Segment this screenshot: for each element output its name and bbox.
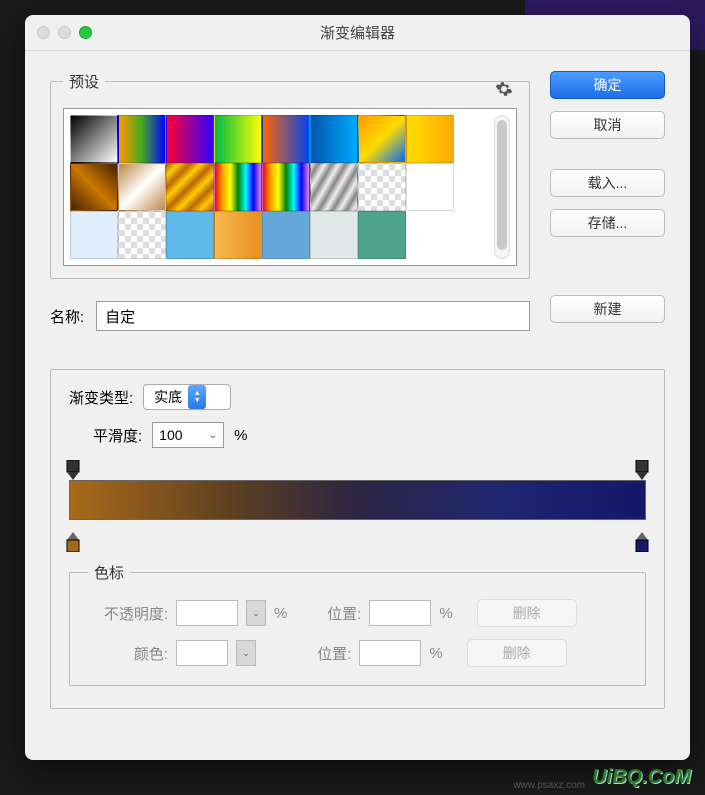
preset-swatch[interactable] (70, 163, 118, 211)
color-label: 颜色: (88, 643, 168, 664)
gradient-type-select[interactable]: 实底 ▲▼ (143, 384, 231, 410)
preset-swatch[interactable] (214, 163, 262, 211)
color-stop-right[interactable] (634, 532, 650, 548)
preset-swatch[interactable] (358, 163, 406, 211)
preset-swatch[interactable] (262, 163, 310, 211)
gradient-ramp[interactable] (69, 460, 646, 548)
preset-swatch[interactable] (214, 211, 262, 259)
color-well[interactable] (176, 640, 228, 666)
smoothness-label: 平滑度: (93, 425, 142, 446)
stops-fieldset: 色标 不透明度: ⌄ % 位置: % 删除 颜色: ⌄ % 位置: (69, 562, 646, 686)
gradient-editor-dialog: 渐变编辑器 预设 名称: 确定 取消 载入... (25, 15, 690, 760)
preset-swatch[interactable] (310, 115, 358, 163)
stops-legend: 色标 (88, 562, 130, 583)
color-dropdown-icon[interactable]: ⌄ (236, 640, 256, 666)
preset-swatch[interactable] (358, 211, 406, 259)
color-position-input[interactable] (359, 640, 421, 666)
smoothness-input[interactable]: 100 ⌄ (152, 422, 224, 448)
color-position-pct: % (429, 645, 442, 662)
gear-icon[interactable] (495, 80, 513, 98)
gradient-type-label: 渐变类型: (69, 387, 133, 408)
preset-swatch[interactable] (310, 211, 358, 259)
opacity-stop-left[interactable] (65, 460, 81, 476)
presets-legend: 预设 (63, 71, 105, 92)
opacity-dropdown-icon[interactable]: ⌄ (246, 600, 266, 626)
ok-button[interactable]: 确定 (550, 71, 665, 99)
delete-opacity-stop-button[interactable]: 删除 (477, 599, 577, 627)
preset-swatch[interactable] (166, 211, 214, 259)
preset-scrollbar[interactable] (494, 115, 510, 259)
opacity-position-input[interactable] (369, 600, 431, 626)
name-label: 名称: (50, 306, 84, 327)
preset-swatch[interactable] (166, 115, 214, 163)
preset-swatch[interactable] (118, 115, 166, 163)
preset-swatch[interactable] (118, 211, 166, 259)
watermark: UiBQ.CoM (592, 766, 691, 789)
window-title: 渐变编辑器 (25, 22, 690, 43)
preset-swatch[interactable] (406, 115, 454, 163)
chevron-down-icon: ⌄ (209, 430, 217, 441)
preset-swatch[interactable] (166, 163, 214, 211)
gradient-fieldset: 渐变类型: 实底 ▲▼ 平滑度: 100 ⌄ % (50, 369, 665, 709)
opacity-position-pct: % (439, 605, 452, 622)
presets-fieldset: 预设 (50, 71, 530, 279)
save-button[interactable]: 存储... (550, 209, 665, 237)
new-button[interactable]: 新建 (550, 295, 665, 323)
preset-swatch[interactable] (70, 211, 118, 259)
gradient-bar[interactable] (69, 480, 646, 520)
color-position-label: 位置: (303, 643, 351, 664)
opacity-label: 不透明度: (88, 603, 168, 624)
titlebar: 渐变编辑器 (25, 15, 690, 51)
preset-swatch[interactable] (70, 115, 118, 163)
preset-swatch[interactable] (406, 163, 454, 211)
updown-icon: ▲▼ (188, 385, 206, 409)
preset-swatch[interactable] (310, 163, 358, 211)
load-button[interactable]: 载入... (550, 169, 665, 197)
preset-swatch[interactable] (262, 211, 310, 259)
color-stop-left[interactable] (65, 532, 81, 548)
preset-swatch[interactable] (118, 163, 166, 211)
gradient-type-value: 实底 (154, 387, 182, 407)
opacity-input[interactable] (176, 600, 238, 626)
percent-label: % (234, 427, 247, 444)
name-input[interactable] (96, 301, 530, 331)
opacity-pct: % (274, 605, 287, 622)
preset-swatch[interactable] (214, 115, 262, 163)
preset-swatch[interactable] (262, 115, 310, 163)
delete-color-stop-button[interactable]: 删除 (467, 639, 567, 667)
preset-swatch-grid (70, 115, 488, 259)
cancel-button[interactable]: 取消 (550, 111, 665, 139)
opacity-stop-right[interactable] (634, 460, 650, 476)
opacity-position-label: 位置: (313, 603, 361, 624)
watermark-sub: www.psaxz.com (513, 780, 585, 791)
smoothness-value: 100 (159, 427, 182, 443)
preset-swatch[interactable] (358, 115, 406, 163)
